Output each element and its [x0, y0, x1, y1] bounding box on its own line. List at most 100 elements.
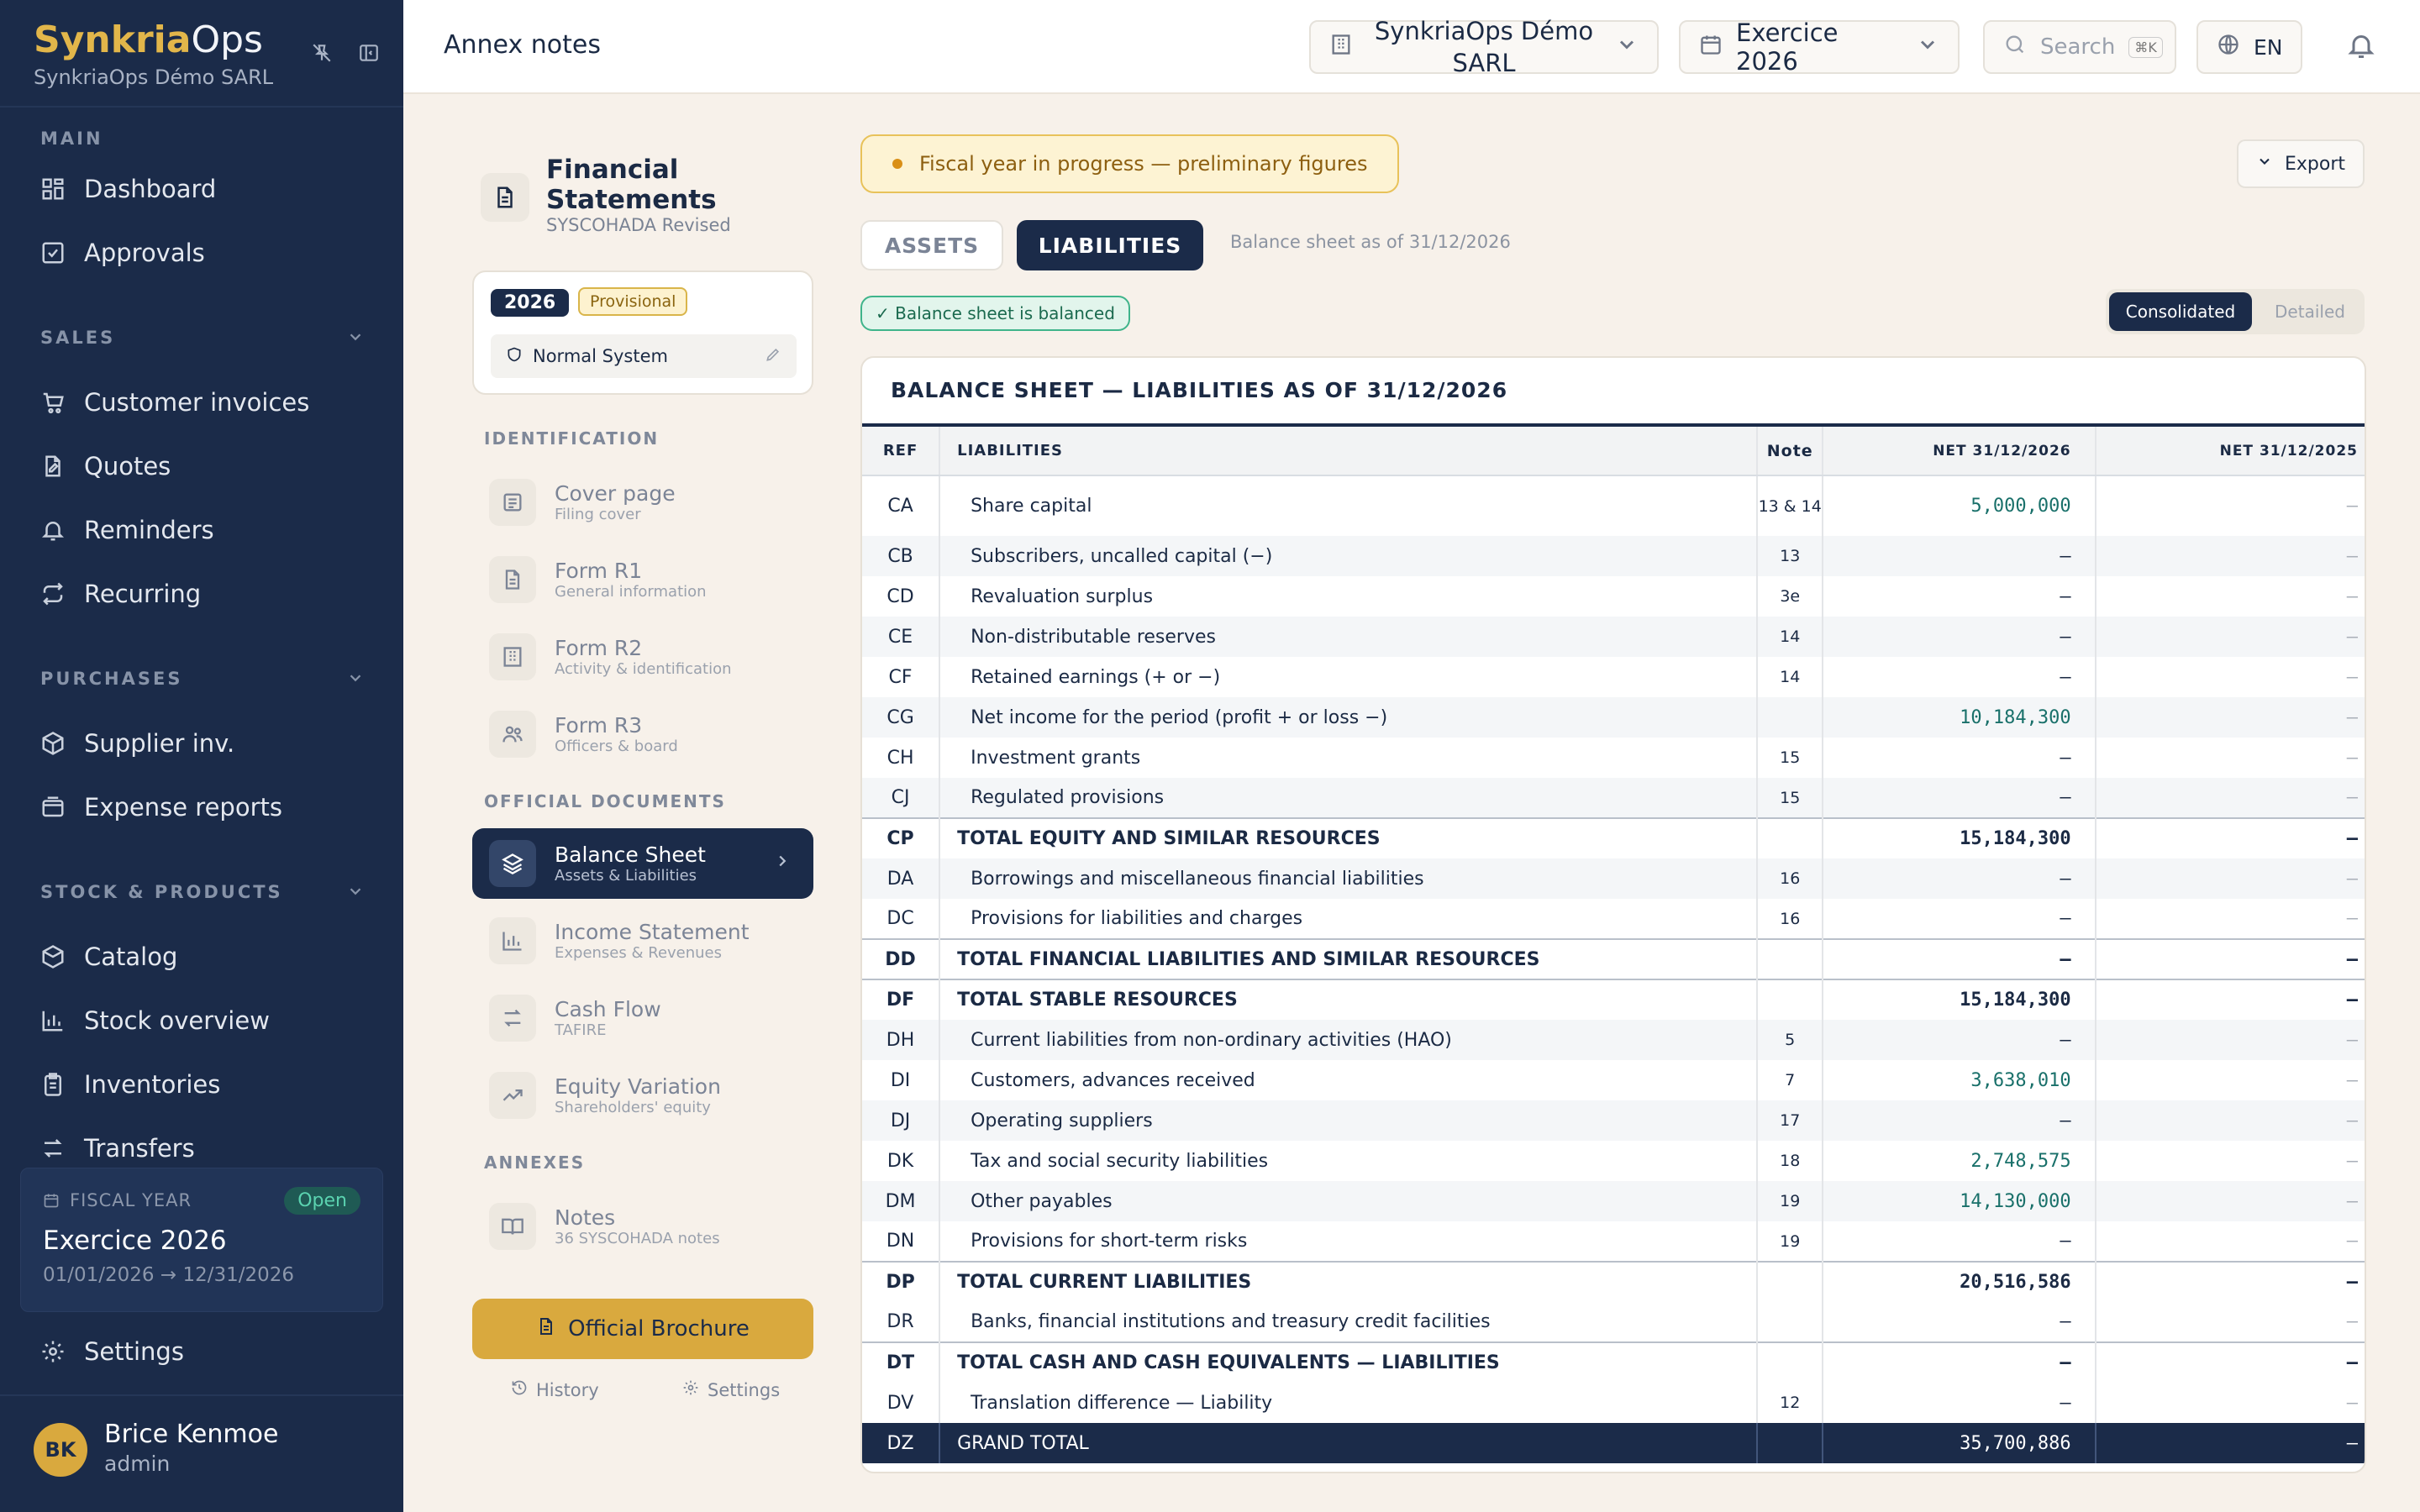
fiscal-year-label-text: FISCAL YEAR: [70, 1190, 192, 1210]
table-row[interactable]: DT TOTAL CASH AND CASH EQUIVALENTS — LIAB…: [862, 1341, 2365, 1383]
building-icon: [489, 633, 536, 680]
table-row[interactable]: DI Customers, advances received 7 3,638,010…: [862, 1060, 2365, 1100]
balance-sheet-table: REF LIABILITIES Note NET 31/12/2026 NET …: [862, 423, 2365, 1463]
view-detailed-button[interactable]: Detailed: [2259, 292, 2361, 331]
table-row[interactable]: CB Subscribers, uncalled capital (−) 13– –: [862, 536, 2365, 576]
table-row[interactable]: DP TOTAL CURRENT LIABILITIES 20,516,586–: [862, 1261, 2365, 1302]
table-row[interactable]: DD TOTAL FINANCIAL LIABILITIES AND SIMILA…: [862, 938, 2365, 979]
sidebar-item-label: Transfers: [84, 1134, 195, 1163]
exercise-selector[interactable]: Exercice 2026: [1679, 18, 1960, 76]
view-consolidated-button[interactable]: Consolidated: [2109, 292, 2252, 331]
cell-ref: DD: [862, 938, 941, 979]
cell-label: GRAND TOTAL: [939, 1423, 1759, 1463]
system-selector[interactable]: Normal System: [491, 334, 797, 378]
search-input[interactable]: Search ⌘K: [1983, 20, 2176, 74]
cell-label: TOTAL CASH AND CASH EQUIVALENTS — LIABIL…: [939, 1341, 1759, 1383]
doc-form-r3[interactable]: Form R3 Officers & board: [472, 699, 813, 769]
collapse-sidebar-icon[interactable]: [355, 39, 383, 67]
table-row[interactable]: CP TOTAL EQUITY AND SIMILAR RESOURCES 15,1…: [862, 817, 2365, 858]
cell-net-2026: –: [1823, 536, 2096, 576]
table-row[interactable]: DK Tax and social security liabilities 18 2…: [862, 1141, 2365, 1181]
table-row[interactable]: CJ Regulated provisions 15– –: [862, 778, 2365, 818]
cell-net-2025: –: [2095, 1020, 2365, 1060]
cell-ref: CE: [862, 617, 941, 657]
table-row[interactable]: CE Non-distributable reserves 14– –: [862, 617, 2365, 657]
cell-label: Net income for the period (profit + or l…: [939, 697, 1759, 738]
export-button[interactable]: Export: [2237, 139, 2365, 188]
table-row[interactable]: CA Share capital 13 & 14 5,000,000 –: [862, 475, 2365, 536]
cell-net-2026: –: [1823, 657, 2096, 697]
table-row[interactable]: CH Investment grants 15– –: [862, 738, 2365, 778]
sidebar: SynkriaOps SynkriaOps Démo SARL MAIN Das…: [0, 0, 403, 1512]
avatar[interactable]: BK: [34, 1423, 87, 1477]
provisional-badge: Provisional: [578, 287, 688, 316]
sidebar-item-customer-invoices[interactable]: Customer invoices: [40, 388, 309, 417]
tab-assets[interactable]: ASSETS: [860, 220, 1003, 270]
table-row[interactable]: CF Retained earnings (+ or −) 14– –: [862, 657, 2365, 697]
table-row[interactable]: DC Provisions for liabilities and charges…: [862, 899, 2365, 939]
table-row[interactable]: DZ GRAND TOTAL 35,700,886–: [862, 1423, 2365, 1463]
gear-icon: [682, 1379, 699, 1400]
company-selector[interactable]: SynkriaOps Démo SARL: [1309, 17, 1659, 77]
doc-notes[interactable]: Notes 36 SYSCOHADA notes: [472, 1191, 813, 1262]
doc-title: Form R2: [555, 636, 643, 660]
table-body: CA Share capital 13 & 14 5,000,000– CB Subscr…: [862, 475, 2365, 1463]
table-row[interactable]: DA Borrowings and miscellaneous financial…: [862, 858, 2365, 899]
language-selector[interactable]: EN: [2196, 20, 2302, 74]
table-row[interactable]: DM Other payables 19 14,130,000–: [862, 1181, 2365, 1221]
cell-net-2026: –: [1823, 1383, 2096, 1423]
year-card: 2026 Provisional Normal System: [472, 270, 813, 395]
company-name: SynkriaOps Démo SARL: [34, 66, 274, 89]
settings-link[interactable]: Settings: [682, 1379, 780, 1400]
history-link[interactable]: History: [511, 1379, 599, 1400]
sidebar-item-dashboard[interactable]: Dashboard: [40, 175, 216, 203]
official-brochure-button[interactable]: Official Brochure: [472, 1299, 813, 1359]
doc-balance-sheet[interactable]: Balance Sheet Assets & Liabilities: [472, 828, 813, 899]
cell-label: TOTAL STABLE RESOURCES: [939, 979, 1759, 1020]
sidebar-item-quotes[interactable]: Quotes: [40, 452, 171, 480]
sidebar-item-stock-overview[interactable]: Stock overview: [40, 1006, 270, 1035]
sidebar-item-recurring[interactable]: Recurring: [40, 580, 201, 608]
sidebar-item-reminders[interactable]: Reminders: [40, 516, 214, 544]
cell-ref: CG: [862, 697, 941, 738]
sidebar-item-inventories[interactable]: Inventories: [40, 1070, 220, 1099]
table-row[interactable]: DN Provisions for short-term risks 19– –: [862, 1221, 2365, 1262]
doc-income-statement[interactable]: Income Statement Expenses & Revenues: [472, 906, 813, 976]
cell-label: Customers, advances received: [939, 1060, 1759, 1100]
sidebar-item-approvals[interactable]: Approvals: [40, 239, 205, 267]
section-stock[interactable]: STOCK & PRODUCTS: [40, 882, 365, 905]
file-text-icon: [489, 556, 536, 603]
brand-logo[interactable]: SynkriaOps: [34, 18, 263, 61]
table-row[interactable]: DR Banks, financial institutions and trea…: [862, 1302, 2365, 1342]
fiscal-year-card[interactable]: FISCAL YEAR Open Exercice 2026 01/01/202…: [20, 1168, 383, 1312]
doc-form-r1[interactable]: Form R1 General information: [472, 544, 813, 615]
doc-form-r2[interactable]: Form R2 Activity & identification: [472, 622, 813, 692]
bell-icon: [2346, 35, 2376, 66]
tab-liabilities[interactable]: LIABILITIES: [1017, 220, 1203, 270]
table-row[interactable]: DH Current liabilities from non-ordinary …: [862, 1020, 2365, 1060]
table-row[interactable]: CG Net income for the period (profit + or…: [862, 697, 2365, 738]
pencil-icon[interactable]: [765, 346, 781, 367]
sidebar-item-transfers[interactable]: Transfers: [40, 1134, 195, 1163]
pin-off-icon[interactable]: [308, 39, 336, 67]
notifications-button[interactable]: [2346, 30, 2376, 66]
sidebar-item-settings[interactable]: Settings: [40, 1337, 184, 1366]
table-row[interactable]: DV Translation difference — Liability 12– –: [862, 1383, 2365, 1423]
table-row[interactable]: DJ Operating suppliers 17– –: [862, 1100, 2365, 1141]
sidebar-item-catalog[interactable]: Catalog: [40, 942, 177, 971]
cell-label: Tax and social security liabilities: [939, 1141, 1759, 1181]
table-row[interactable]: CD Revaluation surplus 3e – –: [862, 576, 2365, 617]
doc-cash-flow[interactable]: Cash Flow TAFIRE: [472, 983, 813, 1053]
section-purchases[interactable]: PURCHASES: [40, 669, 365, 691]
section-sales[interactable]: SALES: [40, 328, 365, 350]
doc-equity-variation[interactable]: Equity Variation Shareholders' equity: [472, 1060, 813, 1131]
chevron-down-icon: [346, 328, 365, 350]
sidebar-item-supplier-inv[interactable]: Supplier inv.: [40, 729, 234, 758]
sidebar-item-expense-reports[interactable]: Expense reports: [40, 793, 282, 822]
dashboard-icon: [42, 178, 64, 200]
table-row[interactable]: DF TOTAL STABLE RESOURCES 15,184,300–: [862, 979, 2365, 1020]
column-header-liabilities: LIABILITIES: [939, 423, 1759, 476]
doc-cover-page[interactable]: Cover page Filing cover: [472, 467, 813, 538]
brochure-label: Official Brochure: [568, 1316, 750, 1341]
cell-ref: CF: [862, 657, 941, 697]
